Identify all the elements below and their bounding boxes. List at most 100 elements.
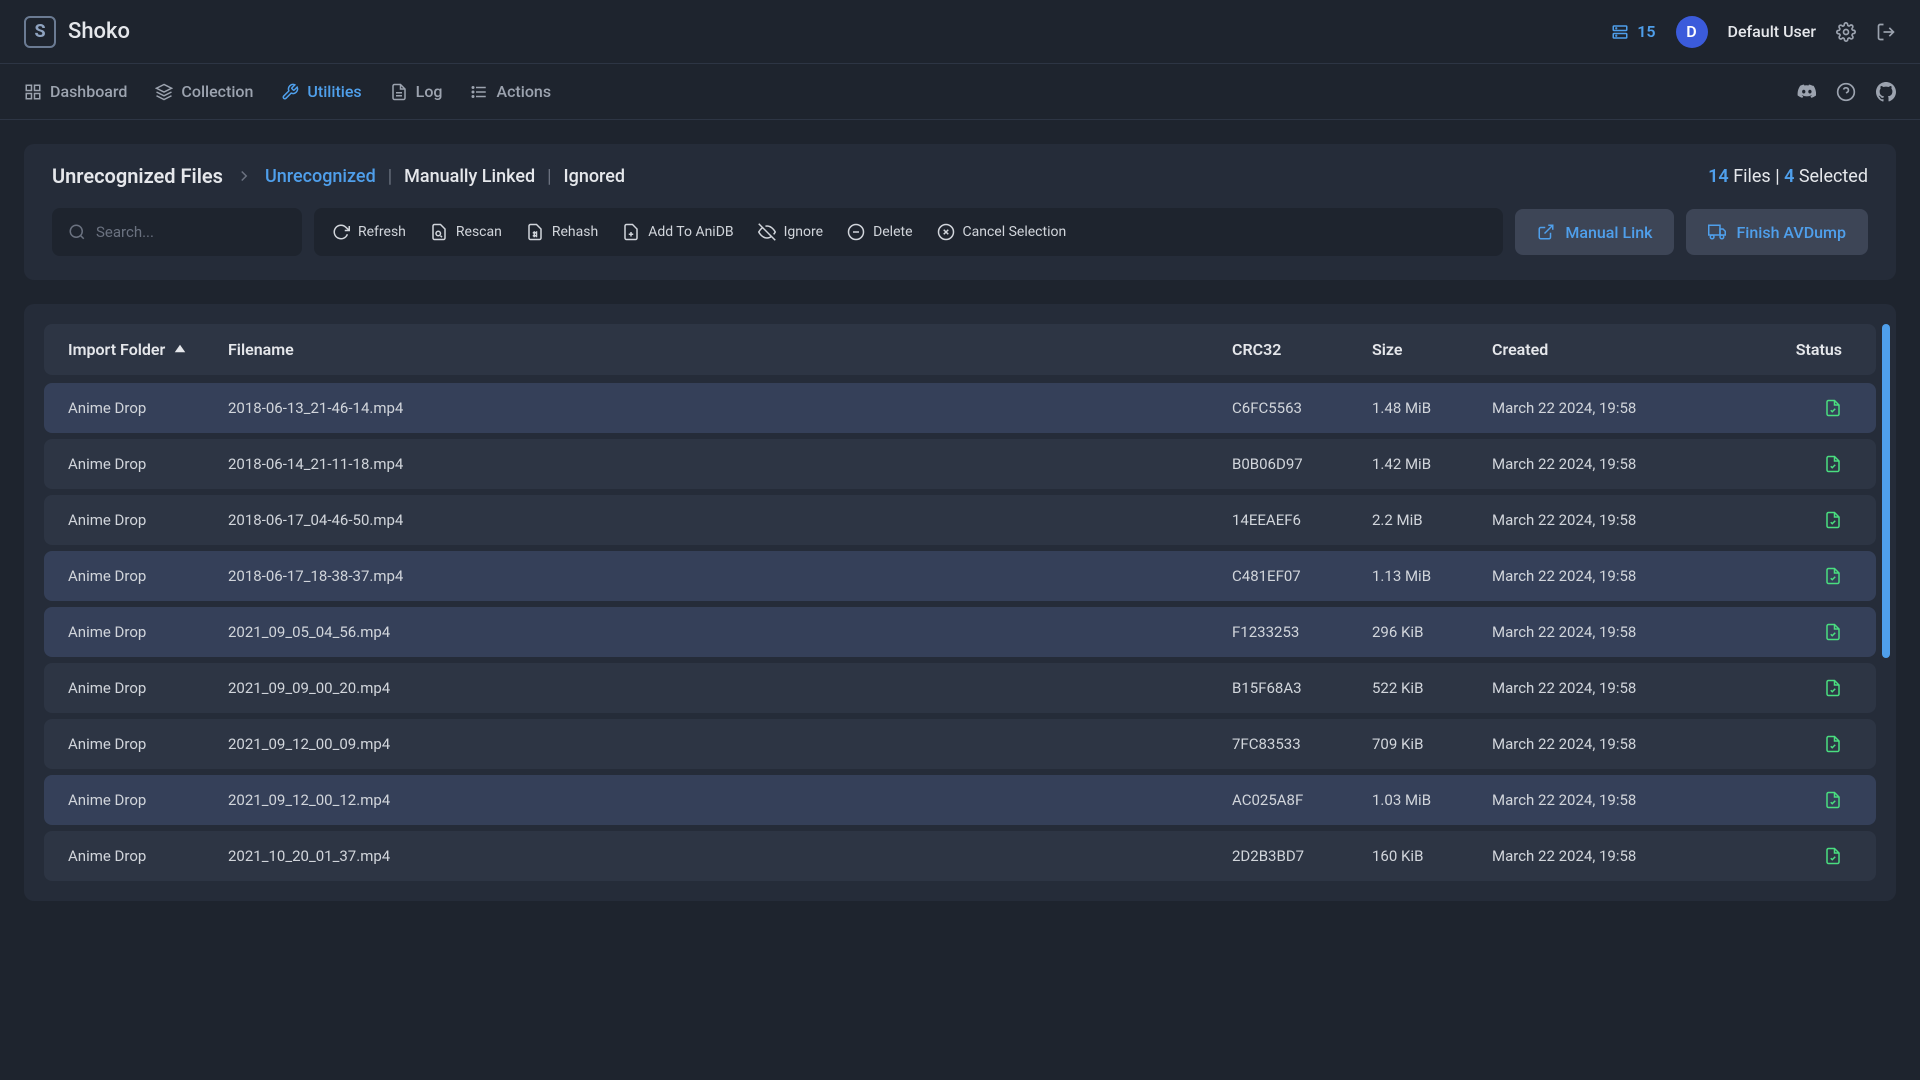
tab-ignored[interactable]: Ignored	[564, 166, 626, 187]
cell-crc: AC025A8F	[1232, 791, 1372, 809]
search-input[interactable]	[96, 223, 295, 241]
nav-actions[interactable]: Actions	[470, 78, 551, 105]
rehash-button[interactable]: Rehash	[526, 223, 598, 241]
logout-icon[interactable]	[1876, 22, 1896, 42]
file-check-icon	[1824, 623, 1842, 641]
cell-size: 160 KiB	[1372, 847, 1492, 865]
cell-status	[1752, 399, 1852, 417]
cell-size: 1.42 MiB	[1372, 455, 1492, 473]
tab-unrecognized[interactable]: Unrecognized	[265, 166, 376, 187]
cell-folder: Anime Drop	[68, 735, 228, 753]
table-row[interactable]: Anime Drop 2021_09_05_04_56.mp4 F1233253…	[44, 607, 1876, 657]
table-row[interactable]: Anime Drop 2021_10_20_01_37.mp4 2D2B3BD7…	[44, 831, 1876, 881]
cell-crc: 2D2B3BD7	[1232, 847, 1372, 865]
cell-crc: C481EF07	[1232, 567, 1372, 585]
selected-count: 4	[1784, 166, 1794, 187]
nav-dashboard[interactable]: Dashboard	[24, 78, 127, 105]
file-check-icon	[1824, 791, 1842, 809]
cell-crc: C6FC5563	[1232, 399, 1372, 417]
cell-created: March 22 2024, 19:58	[1492, 679, 1752, 697]
finish-avdump-button[interactable]: Finish AVDump	[1686, 209, 1868, 255]
cell-folder: Anime Drop	[68, 623, 228, 641]
table-row[interactable]: Anime Drop 2021_09_12_00_12.mp4 AC025A8F…	[44, 775, 1876, 825]
nav-utilities-label: Utilities	[307, 82, 361, 101]
header-left: S Shoko	[24, 16, 130, 48]
add-anidb-button[interactable]: Add To AniDB	[622, 223, 733, 241]
table-row[interactable]: Anime Drop 2018-06-17_18-38-37.mp4 C481E…	[44, 551, 1876, 601]
cell-filename: 2018-06-17_04-46-50.mp4	[228, 511, 1232, 529]
selected-label: Selected	[1799, 166, 1868, 187]
action-bar: Refresh Rescan Rehash Add To AniDB Ignor…	[314, 208, 1503, 256]
page-header-card: Unrecognized Files Unrecognized | Manual…	[24, 144, 1896, 280]
breadcrumb: Unrecognized Files Unrecognized | Manual…	[52, 164, 625, 188]
gear-icon[interactable]	[1836, 22, 1856, 42]
table-row[interactable]: Anime Drop 2018-06-14_21-11-18.mp4 B0B06…	[44, 439, 1876, 489]
cell-filename: 2021_09_12_00_12.mp4	[228, 791, 1232, 809]
logo-letter: S	[34, 21, 45, 42]
column-header-crc[interactable]: CRC32	[1232, 340, 1372, 359]
file-check-icon	[1824, 735, 1842, 753]
table-row[interactable]: Anime Drop 2021_09_12_00_09.mp4 7FC83533…	[44, 719, 1876, 769]
nav-log[interactable]: Log	[390, 78, 443, 105]
close-circle-icon	[937, 223, 955, 241]
avatar[interactable]: D	[1676, 16, 1708, 48]
file-check-icon	[1824, 847, 1842, 865]
cell-filename: 2021_10_20_01_37.mp4	[228, 847, 1232, 865]
cancel-selection-button[interactable]: Cancel Selection	[937, 223, 1067, 241]
column-header-folder[interactable]: Import Folder	[68, 340, 228, 359]
ignore-button[interactable]: Ignore	[758, 223, 823, 241]
cell-folder: Anime Drop	[68, 791, 228, 809]
nav-collection[interactable]: Collection	[155, 78, 253, 105]
app-logo[interactable]: S	[24, 16, 56, 48]
nav-utilities[interactable]: Utilities	[281, 78, 361, 105]
table-card: Import Folder Filename CRC32 Size Create…	[24, 304, 1896, 901]
cell-crc: B0B06D97	[1232, 455, 1372, 473]
cell-crc: F1233253	[1232, 623, 1372, 641]
cell-crc: 14EEAEF6	[1232, 511, 1372, 529]
cell-status	[1752, 455, 1852, 473]
column-header-created[interactable]: Created	[1492, 340, 1752, 359]
cell-size: 709 KiB	[1372, 735, 1492, 753]
cell-size: 296 KiB	[1372, 623, 1492, 641]
cell-status	[1752, 679, 1852, 697]
delete-button[interactable]: Delete	[847, 223, 912, 241]
nav-collection-label: Collection	[181, 82, 253, 101]
table-row[interactable]: Anime Drop 2018-06-13_21-46-14.mp4 C6FC5…	[44, 383, 1876, 433]
column-header-filename[interactable]: Filename	[228, 340, 1232, 359]
tab-manually-linked[interactable]: Manually Linked	[404, 166, 535, 187]
rescan-button[interactable]: Rescan	[430, 223, 502, 241]
help-icon[interactable]	[1836, 82, 1856, 102]
file-check-icon	[1824, 679, 1842, 697]
cell-filename: 2018-06-17_18-38-37.mp4	[228, 567, 1232, 585]
refresh-button[interactable]: Refresh	[332, 223, 406, 241]
manual-link-button[interactable]: Manual Link	[1515, 209, 1674, 255]
cell-created: March 22 2024, 19:58	[1492, 511, 1752, 529]
cell-filename: 2021_09_12_00_09.mp4	[228, 735, 1232, 753]
chevron-right-icon	[235, 167, 253, 185]
header-right: 15 D Default User	[1611, 16, 1896, 48]
search-box[interactable]	[52, 208, 302, 256]
cancel-label: Cancel Selection	[963, 224, 1067, 240]
column-header-status[interactable]: Status	[1752, 340, 1852, 359]
scrollbar-thumb[interactable]	[1882, 324, 1890, 658]
table-row[interactable]: Anime Drop 2018-06-17_04-46-50.mp4 14EEA…	[44, 495, 1876, 545]
ignore-label: Ignore	[784, 224, 823, 240]
cell-created: March 22 2024, 19:58	[1492, 399, 1752, 417]
cell-folder: Anime Drop	[68, 399, 228, 417]
cell-status	[1752, 735, 1852, 753]
table-row[interactable]: Anime Drop 2021_09_09_00_20.mp4 B15F68A3…	[44, 663, 1876, 713]
column-header-size[interactable]: Size	[1372, 340, 1492, 359]
discord-icon[interactable]	[1796, 82, 1816, 102]
queue-indicator[interactable]: 15	[1611, 22, 1655, 41]
cell-created: March 22 2024, 19:58	[1492, 735, 1752, 753]
collection-icon	[155, 83, 173, 101]
cell-status	[1752, 847, 1852, 865]
actions-icon	[470, 83, 488, 101]
table-body: Anime Drop 2018-06-13_21-46-14.mp4 C6FC5…	[44, 383, 1876, 881]
cell-created: March 22 2024, 19:58	[1492, 847, 1752, 865]
truck-icon	[1708, 223, 1726, 241]
github-icon[interactable]	[1876, 82, 1896, 102]
scrollbar-track[interactable]	[1882, 324, 1890, 881]
cell-size: 1.48 MiB	[1372, 399, 1492, 417]
refresh-icon	[332, 223, 350, 241]
